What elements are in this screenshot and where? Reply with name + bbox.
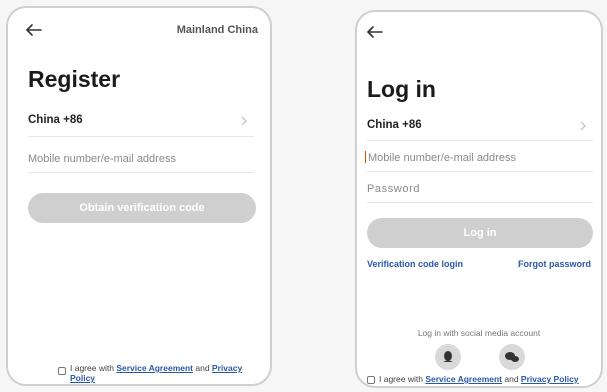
chevron-right-icon (580, 121, 586, 131)
password-placeholder: Password (367, 183, 421, 195)
agreement-prefix: I agree with (70, 363, 117, 373)
divider (367, 140, 593, 141)
account-input[interactable]: Mobile number/e-mail address (365, 147, 593, 169)
wechat-icon (505, 352, 519, 362)
back-arrow-icon[interactable] (367, 26, 383, 38)
verification-code-login-link[interactable]: Verification code login (367, 259, 463, 269)
privacy-policy-link[interactable]: Privacy Policy (521, 374, 579, 384)
account-placeholder: Mobile number/e-mail address (368, 152, 516, 164)
service-agreement-link[interactable]: Service Agreement (425, 374, 502, 384)
password-input[interactable]: Password (367, 178, 593, 200)
agreement-checkbox[interactable] (58, 367, 66, 375)
agreement-checkbox[interactable] (367, 376, 375, 384)
agreement-text: I agree with Service Agreement and Priva… (379, 374, 601, 384)
agreement-middle: and (193, 363, 212, 373)
country-code-label: China +86 (367, 119, 422, 131)
register-screen: Mainland China Register China +86 Mobile… (6, 6, 272, 386)
chevron-right-icon (241, 116, 247, 126)
social-login-caption: Log in with social media account (417, 328, 541, 338)
divider (367, 171, 593, 172)
login-screen: Log in China +86 Mobile number/e-mail ad… (355, 10, 603, 388)
qq-icon (443, 351, 453, 362)
country-code-selector[interactable]: China +86 (367, 116, 593, 138)
back-arrow-icon[interactable] (26, 24, 42, 36)
qq-login-button[interactable] (435, 344, 461, 370)
agreement-middle: and (502, 374, 521, 384)
region-selector-link[interactable]: Mainland China (177, 24, 258, 36)
agreement-text: I agree with Service Agreement and Priva… (70, 363, 262, 383)
page-title: Log in (367, 76, 436, 102)
country-code-label: China +86 (28, 114, 83, 126)
divider (367, 202, 593, 203)
agreement-row: I agree with Service Agreement and Priva… (58, 363, 262, 383)
login-button[interactable]: Log in (367, 218, 593, 248)
divider (28, 136, 254, 137)
service-agreement-link[interactable]: Service Agreement (116, 363, 193, 373)
agreement-prefix: I agree with (379, 374, 426, 384)
forgot-password-link[interactable]: Forgot password (518, 259, 591, 269)
country-code-selector[interactable]: China +86 (28, 111, 254, 133)
account-input[interactable]: Mobile number/e-mail address (28, 148, 254, 170)
wechat-login-button[interactable] (499, 344, 525, 370)
account-placeholder: Mobile number/e-mail address (28, 153, 176, 165)
page-title: Register (28, 66, 121, 92)
divider (28, 172, 254, 173)
text-cursor (365, 151, 366, 163)
obtain-verification-code-button[interactable]: Obtain verification code (28, 193, 256, 223)
agreement-row: I agree with Service Agreement and Priva… (367, 374, 601, 384)
